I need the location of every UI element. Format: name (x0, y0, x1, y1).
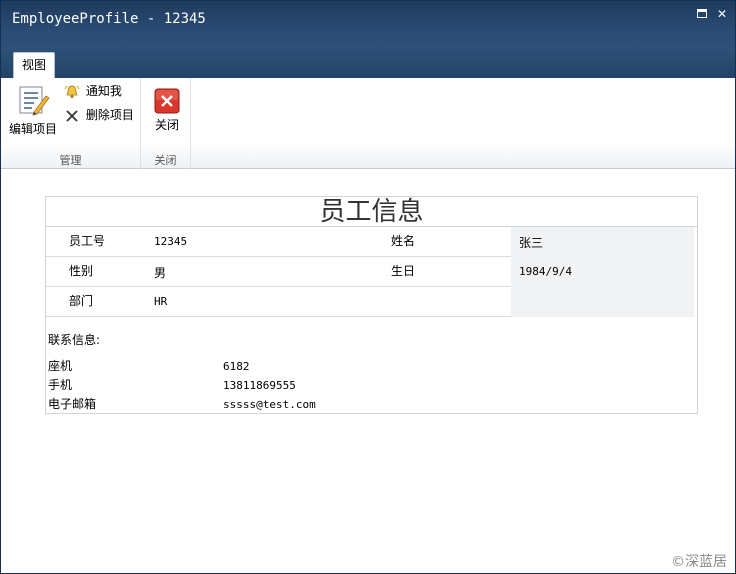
landline-label: 座机 (48, 359, 73, 373)
delete-x-icon (66, 109, 78, 122)
group-label-manage: 管理 (59, 154, 82, 167)
employee-form: 员工信息 员工号 12345 姓名 张三 性别 男 生日 1984/9/4 部门… (45, 196, 698, 414)
edit-item-label: 编辑项目 (8, 122, 57, 136)
dialog-window: EmployeeProfile - 12345 ✕ 视图 编辑项目 通知我 删除… (0, 0, 736, 574)
email-label: 电子邮箱 (48, 397, 97, 411)
close-form-label: 关闭 (154, 118, 179, 132)
maximize-icon (697, 9, 707, 18)
mobile-value: 13811869555 (223, 379, 296, 392)
ribbon-tab-bar: 视图 (1, 49, 735, 78)
birthday-value: 1984/9/4 (519, 265, 572, 278)
watermark: ©深蓝居 (671, 554, 727, 570)
department-value: HR (154, 295, 168, 308)
alert-me-button[interactable]: 通知我 (64, 82, 122, 100)
form-row-id-name: 员工号 12345 姓名 张三 (46, 227, 694, 257)
close-red-icon (154, 88, 180, 114)
mobile-label: 手机 (48, 378, 73, 392)
department-label: 部门 (69, 294, 94, 308)
contact-heading: 联系信息: (48, 333, 101, 347)
title-bar: EmployeeProfile - 12345 ✕ (1, 1, 735, 49)
employee-id-value: 12345 (154, 235, 188, 248)
ribbon: 编辑项目 通知我 删除项目 管理 关闭 关闭 (1, 78, 735, 169)
edit-item-button[interactable]: 编辑项目 (5, 84, 61, 137)
alert-bell-icon (64, 85, 80, 98)
empty-value-cell (511, 287, 694, 317)
group-label-close: 关闭 (154, 154, 177, 167)
contact-row: 电子邮箱 sssss@test.com (48, 395, 648, 413)
tab-view[interactable]: 视图 (13, 52, 55, 78)
form-row-department: 部门 HR (46, 287, 694, 317)
alert-me-label: 通知我 (85, 84, 122, 98)
birthday-label: 生日 (391, 264, 416, 278)
contact-row: 座机 6182 (48, 357, 648, 375)
employee-id-label: 员工号 (69, 234, 106, 248)
gender-value: 男 (154, 266, 167, 280)
close-icon: ✕ (716, 7, 728, 21)
ribbon-group-manage: 编辑项目 通知我 删除项目 管理 (1, 78, 141, 169)
edit-item-icon (19, 86, 50, 116)
delete-item-label: 删除项目 (85, 108, 134, 122)
ribbon-group-close: 关闭 关闭 (141, 78, 191, 169)
form-title: 员工信息 (46, 197, 697, 227)
name-value: 张三 (519, 236, 544, 250)
landline-value: 6182 (223, 360, 250, 373)
email-value: sssss@test.com (223, 398, 316, 411)
contact-row: 手机 13811869555 (48, 376, 648, 394)
delete-item-button[interactable]: 删除项目 (64, 106, 134, 124)
form-row-gender-birthday: 性别 男 生日 1984/9/4 (46, 257, 694, 287)
content-area: 员工信息 员工号 12345 姓名 张三 性别 男 生日 1984/9/4 部门… (1, 170, 735, 573)
close-form-button[interactable]: 关闭 (149, 88, 185, 133)
name-label: 姓名 (391, 234, 416, 248)
gender-label: 性别 (69, 264, 94, 278)
maximize-button[interactable] (695, 7, 709, 21)
window-title: EmployeeProfile - 12345 (12, 11, 206, 27)
close-window-button[interactable]: ✕ (715, 7, 729, 21)
